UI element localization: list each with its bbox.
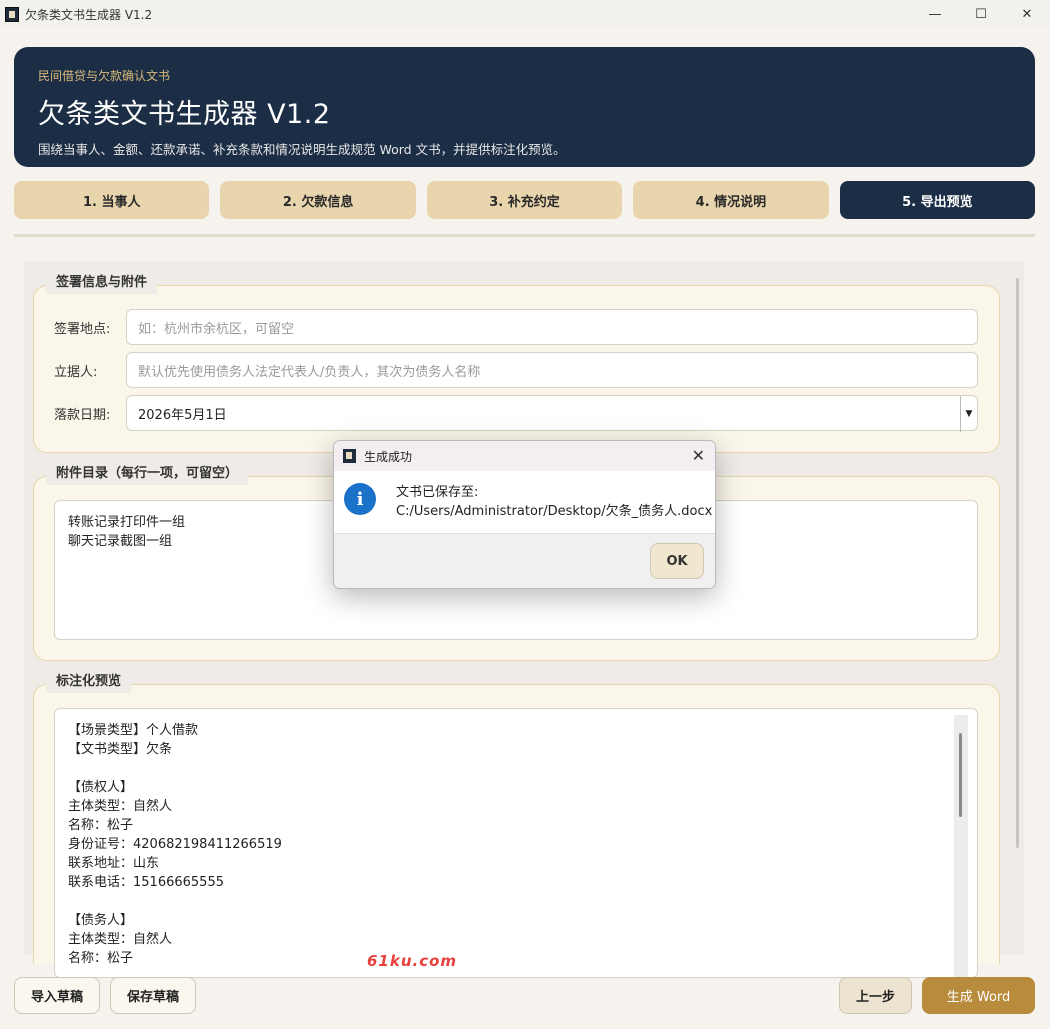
app-icon — [5, 6, 19, 22]
preview-line: 身份证号：420682198411266519 — [68, 837, 282, 852]
preview-line: 【文书类型】欠条 — [68, 742, 173, 757]
watermark: 61ku.com — [367, 952, 458, 970]
dialog-message-path: C:/Users/Administrator/Desktop/欠条_债务人.do… — [396, 504, 713, 519]
close-icon[interactable]: ✕ — [692, 446, 705, 465]
signer-row: 立据人: 默认优先使用债务人法定代表人/负责人，其次为债务人名称 — [54, 352, 978, 388]
ok-button[interactable]: OK — [650, 543, 704, 579]
preview-line — [68, 892, 282, 911]
success-dialog: 生成成功 ✕ i 文书已保存至: C:/Users/Administrator/… — [333, 440, 716, 589]
dialog-title-bar: 生成成功 ✕ — [334, 441, 715, 471]
preview-line: 主体类型：自然人 — [68, 932, 173, 947]
preview-line: 联系地址：山东 — [68, 856, 160, 871]
dialog-message: 文书已保存至: C:/Users/Administrator/Desktop/欠… — [396, 483, 712, 521]
preview-scroll-thumb[interactable] — [959, 733, 962, 817]
close-window-button[interactable]: ✕ — [1004, 0, 1050, 28]
save-draft-button[interactable]: 保存草稿 — [110, 977, 196, 1014]
window-controls: — ☐ ✕ — [912, 0, 1050, 28]
preview-group-title: 标注化预览 — [46, 671, 132, 693]
place-label: 签署地点: — [54, 321, 111, 337]
preview-line — [68, 759, 282, 778]
signer-input[interactable]: 默认优先使用债务人法定代表人/负责人，其次为债务人名称 — [126, 352, 978, 388]
divider — [14, 234, 1035, 237]
preview-text: 【场景类型】个人借款 【文书类型】欠条 【债权人】 主体类型：自然人 名称：松子 身份证号… — [68, 721, 282, 968]
signing-group-title: 签署信息与附件 — [46, 272, 158, 294]
preview-line: 联系电话：15166665555 — [68, 875, 224, 890]
signing-group: 签署信息与附件 签署地点: 如：杭州市余杭区，可留空 立据人: 默认优先使用债务… — [33, 272, 1000, 453]
dialog-body: i 文书已保存至: C:/Users/Administrator/Desktop… — [334, 471, 715, 533]
import-draft-button[interactable]: 导入草稿 — [14, 977, 100, 1014]
tab-supplementary[interactable]: 3. 补充约定 — [426, 181, 623, 219]
tab-explanation[interactable]: 4. 情况说明 — [633, 181, 829, 219]
date-row: 落款日期: 2026年5月1日 ▼ — [54, 395, 978, 432]
banner-title: 欠条类文书生成器 V1.2 — [38, 99, 331, 130]
preview-textarea[interactable]: 【场景类型】个人借款 【文书类型】欠条 【债权人】 主体类型：自然人 名称：松子 身份证号… — [54, 708, 978, 978]
preview-group: 标注化预览 【场景类型】个人借款 【文书类型】欠条 【债权人】主体类型：自然人 名称：… — [33, 671, 1000, 978]
signer-label: 立据人: — [54, 364, 98, 380]
dialog-title: 生成成功 — [364, 449, 413, 464]
date-value: 2026年5月1日 — [138, 407, 227, 423]
tab-export-preview[interactable]: 5. 导出预览 — [839, 181, 1036, 219]
generate-word-button[interactable]: 生成 Word — [922, 977, 1035, 1014]
dialog-message-line1: 文书已保存至: — [396, 485, 479, 500]
previous-step-button[interactable]: 上一步 — [839, 977, 912, 1014]
attachments-group-title: 附件目录（每行一项，可留空） — [46, 463, 249, 485]
tab-debt-info[interactable]: 2. 欠款信息 — [220, 181, 416, 219]
banner-kicker: 民间借贷与欠款确认文书 — [38, 69, 171, 83]
place-input[interactable]: 如：杭州市余杭区，可留空 — [126, 309, 978, 345]
preview-line: 【债务人】 — [68, 913, 134, 928]
dialog-footer: OK — [334, 533, 715, 588]
preview-line: 【债权人】 — [68, 780, 134, 795]
window-title: 欠条类文书生成器 V1.2 — [25, 7, 153, 22]
preview-line: 名称：松子 — [68, 951, 134, 966]
preview-scrollbar[interactable] — [954, 715, 968, 977]
place-row: 签署地点: 如：杭州市余杭区，可留空 — [54, 309, 978, 345]
header-banner: 民间借贷与欠款确认文书 欠条类文书生成器 V1.2 围绕当事人、金额、还款承诺、… — [14, 47, 1035, 167]
info-icon: i — [344, 483, 376, 515]
banner-description: 围绕当事人、金额、还款承诺、补充条款和情况说明生成规范 Word 文书，并提供标… — [38, 142, 566, 157]
preview-line: 主体类型：自然人 — [68, 799, 173, 814]
minimize-button[interactable]: — — [912, 0, 958, 28]
tab-parties[interactable]: 1. 当事人 — [14, 181, 210, 219]
maximize-button[interactable]: ☐ — [958, 0, 1004, 28]
app-icon — [343, 449, 356, 463]
main-scrollbar[interactable] — [1016, 278, 1019, 848]
date-label: 落款日期: — [54, 407, 111, 423]
step-tabs: 1. 当事人 2. 欠款信息 3. 补充约定 4. 情况说明 5. 导出预览 — [14, 181, 1036, 219]
window-title-bar: 欠条类文书生成器 V1.2 — ☐ ✕ — [0, 0, 1050, 28]
preview-line: 【场景类型】个人借款 — [68, 723, 199, 738]
chevron-down-icon[interactable]: ▼ — [960, 396, 977, 432]
date-select[interactable]: 2026年5月1日 ▼ — [126, 395, 978, 432]
preview-line: 名称：松子 — [68, 818, 134, 833]
